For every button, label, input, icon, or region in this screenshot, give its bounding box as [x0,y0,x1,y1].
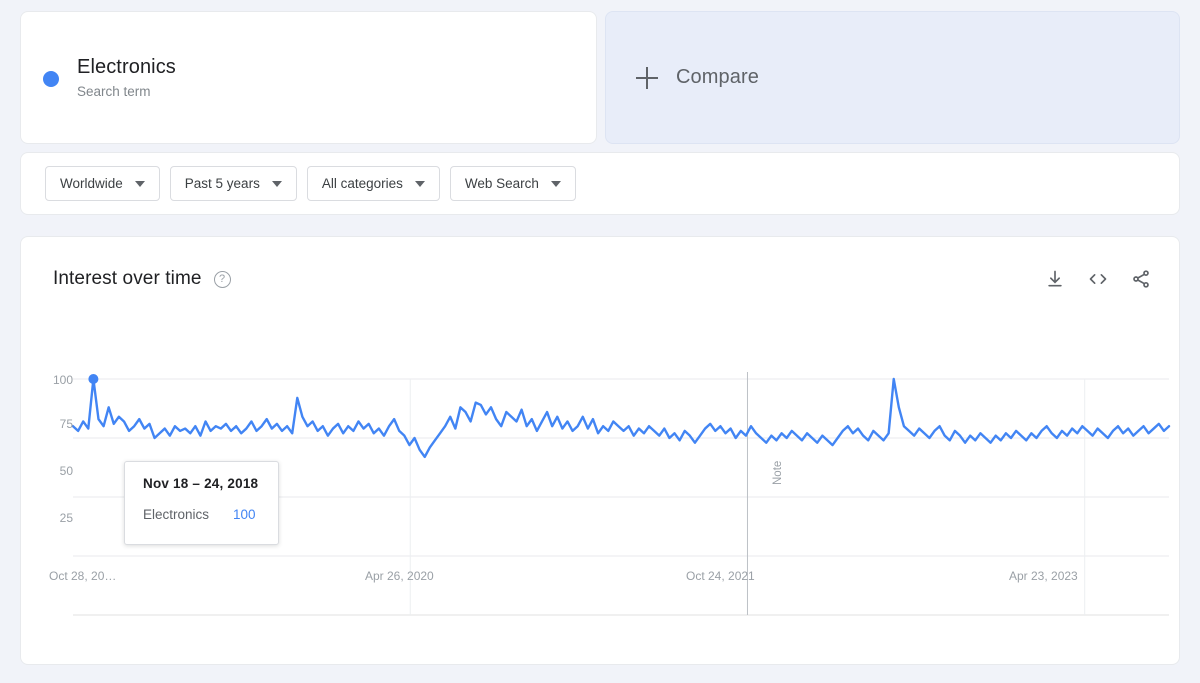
filter-time-range-label: Past 5 years [184,176,260,191]
filter-location[interactable]: Worldwide [45,166,160,201]
terms-row: Electronics Search term Compare [20,11,1180,144]
filter-search-type[interactable]: Web Search [449,166,576,201]
x-tick-label: Apr 23, 2023 [1009,569,1078,583]
code-icon[interactable] [1087,269,1109,289]
chevron-down-icon [134,180,145,187]
series-color-dot [43,70,59,87]
chart-actions [1045,269,1151,289]
chevron-down-icon [414,180,425,187]
y-tick-label: 100 [52,373,73,387]
tooltip-series-value: 100 [233,507,256,522]
chevron-down-icon [271,180,282,187]
chart-header: Interest over time ? [53,263,1151,295]
filter-time-range[interactable]: Past 5 years [169,166,297,201]
page-title: Interest over time [53,268,202,289]
filter-location-label: Worldwide [60,176,123,191]
chart-plot-area: 100 75 50 25 Oct 28, 20… Apr 26, 2020 Oc… [21,237,1181,666]
x-tick-label: Apr 26, 2020 [365,569,434,583]
search-term-type: Search term [77,84,151,99]
search-term-card[interactable]: Electronics Search term [20,11,597,144]
filter-category[interactable]: All categories [306,166,440,201]
note-annotation-label: Note [772,460,784,485]
trends-page: Electronics Search term Compare Worldwid… [0,0,1200,683]
chevron-down-icon [550,180,561,187]
search-term-label: Electronics [77,56,176,78]
compare-label: Compare [676,66,759,88]
chart-tooltip: Nov 18 – 24, 2018 Electronics 100 [124,461,279,545]
tooltip-series-row: Electronics 100 [143,507,262,522]
y-tick-label: 25 [59,511,73,525]
x-tick-label: Oct 24, 2021 [686,569,755,583]
search-term-texts: Electronics Search term [77,55,176,100]
y-tick-label: 75 [59,417,73,431]
plus-icon [636,66,658,89]
share-icon[interactable] [1131,269,1151,289]
compare-card[interactable]: Compare [605,11,1180,144]
filter-bar: Worldwide Past 5 years All categories We… [20,152,1180,215]
interest-line-chart [71,372,1171,616]
filter-category-label: All categories [321,176,403,191]
tooltip-series-name: Electronics [143,507,210,522]
x-tick-label: Oct 28, 20… [49,569,117,583]
help-circle-icon[interactable]: ? [213,270,231,288]
chart-title-wrap: Interest over time ? [53,268,231,290]
download-icon[interactable] [1045,269,1065,289]
interest-over-time-card: Interest over time ? 100 75 50 25 Oct 28… [20,236,1180,665]
y-tick-label: 50 [59,464,73,478]
filter-search-type-label: Web Search [464,176,539,191]
tooltip-date: Nov 18 – 24, 2018 [143,476,259,491]
